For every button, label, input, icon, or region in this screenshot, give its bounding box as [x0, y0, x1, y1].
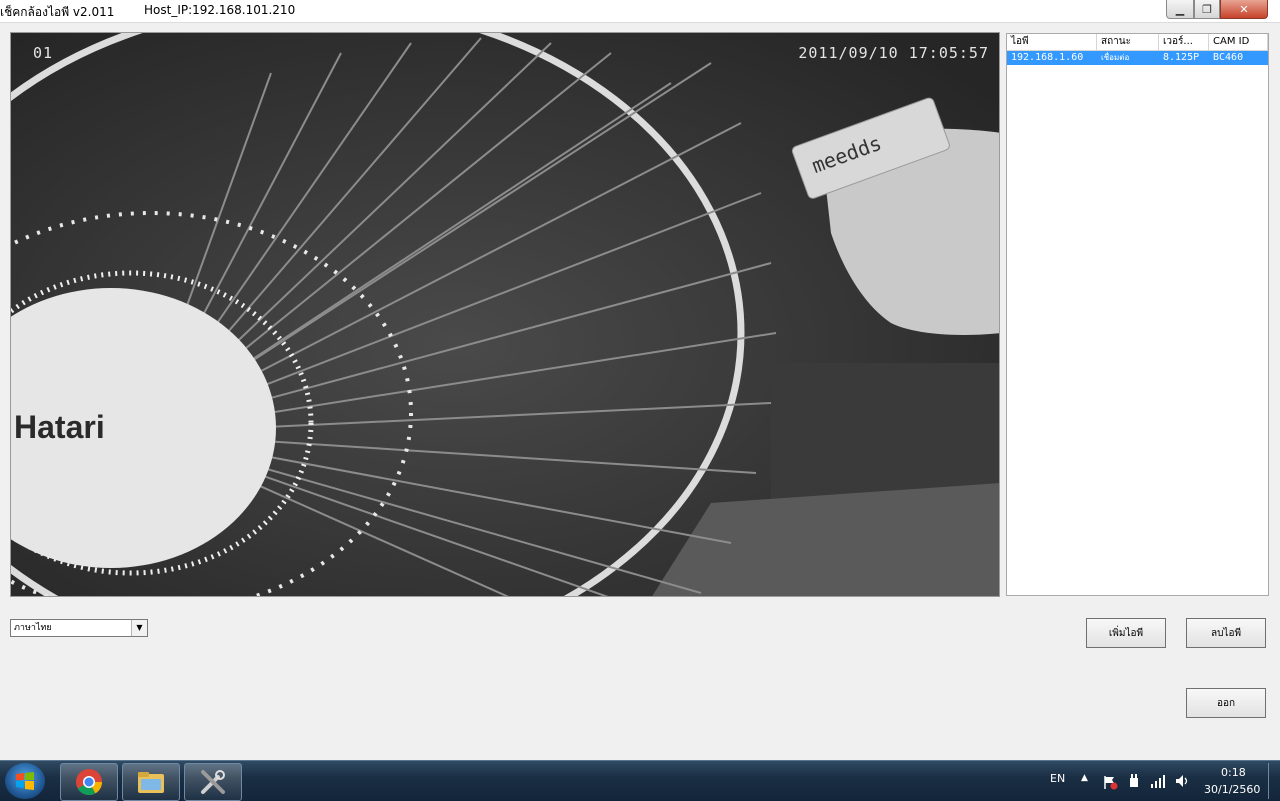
action-center-flag-icon[interactable]: [1102, 774, 1118, 790]
video-frame-illustration: Hatari meedds: [11, 33, 999, 596]
host-ip-label: Host_IP:192.168.101.210: [144, 3, 296, 17]
taskbar-file-explorer[interactable]: [122, 763, 180, 801]
camera-video-feed[interactable]: Hatari meedds 01 2011/09/10 17:05:57: [10, 32, 1000, 597]
network-signal-icon[interactable]: [1150, 773, 1166, 789]
add-ip-label: เพิ่มไอพี: [1108, 627, 1144, 639]
minimize-button[interactable]: ▁: [1166, 0, 1194, 19]
delete-ip-button[interactable]: ลบไอพี: [1186, 618, 1266, 648]
show-desktop-button[interactable]: [1268, 763, 1279, 799]
language-select-value: ภาษาไทย: [14, 623, 52, 633]
maximize-button[interactable]: ❐: [1194, 0, 1220, 19]
volume-icon[interactable]: [1174, 773, 1190, 789]
camera-list[interactable]: ไอพี สถานะ เวอร์... CAM ID 192.168.1.60 …: [1006, 33, 1269, 596]
taskbar-chrome[interactable]: [60, 763, 118, 801]
taskbar-tools[interactable]: [184, 763, 242, 801]
dropdown-arrow-glyph: ▼: [136, 623, 143, 632]
clock-time[interactable]: 0:18: [1221, 766, 1246, 779]
show-hidden-icons-icon[interactable]: ▲: [1081, 773, 1088, 783]
language-indicator[interactable]: EN: [1050, 772, 1065, 785]
camera-list-header: ไอพี สถานะ เวอร์... CAM ID: [1007, 34, 1268, 51]
window-title: เช็คกล้องไอพี v2.011: [0, 5, 115, 19]
column-header-status[interactable]: สถานะ: [1097, 34, 1159, 50]
windows-logo-icon: [16, 772, 34, 790]
folder-icon: [138, 772, 164, 793]
start-button[interactable]: [5, 763, 45, 799]
window-controls: ▁ ❐ ✕: [1166, 0, 1268, 19]
clock-date[interactable]: 30/1/2560: [1204, 783, 1260, 796]
maximize-icon: ❐: [1202, 2, 1212, 16]
video-timestamp: 2011/09/10 17:05:57: [798, 44, 989, 62]
close-icon: ✕: [1239, 2, 1249, 16]
cell-status: เชื่อมต่อ: [1101, 53, 1130, 62]
taskbar: EN ▲ 0:18 30/1/2560: [0, 760, 1280, 801]
language-select[interactable]: ภาษาไทย ▼: [10, 619, 148, 637]
exit-label: ออก: [1216, 697, 1236, 709]
minimize-icon: ▁: [1175, 2, 1185, 16]
table-row[interactable]: 192.168.1.60 เชื่อมต่อ 8.125P BC460: [1007, 51, 1268, 65]
chevron-down-icon[interactable]: ▼: [131, 620, 147, 636]
column-header-version[interactable]: เวอร์...: [1159, 34, 1209, 50]
column-header-ip[interactable]: ไอพี: [1007, 34, 1097, 50]
delete-ip-label: ลบไอพี: [1210, 627, 1242, 639]
cell-version: 8.125P: [1163, 52, 1200, 63]
add-ip-button[interactable]: เพิ่มไอพี: [1086, 618, 1166, 648]
tools-icon: [201, 770, 225, 794]
cell-ip: 192.168.1.60: [1011, 52, 1084, 63]
close-button[interactable]: ✕: [1220, 0, 1268, 19]
title-bar: เช็คกล้องไอพี v2.011 Host_IP:192.168.101…: [0, 0, 1280, 23]
power-plug-icon[interactable]: [1126, 773, 1142, 789]
exit-button[interactable]: ออก: [1186, 688, 1266, 718]
fan-brand-text: Hatari: [14, 409, 105, 445]
channel-number: 01: [33, 44, 54, 62]
chrome-icon: [76, 769, 103, 796]
column-header-cam-id[interactable]: CAM ID: [1209, 34, 1268, 50]
cell-cam-id: BC460: [1213, 52, 1244, 63]
